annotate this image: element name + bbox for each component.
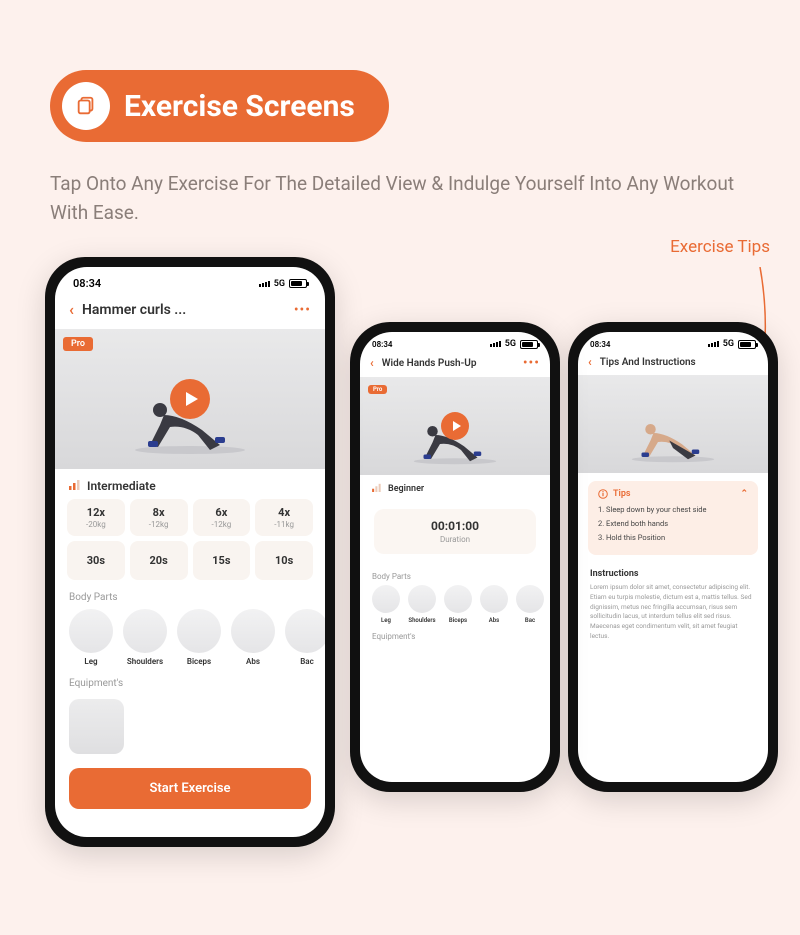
phone-tips: 08:34 5G ‹ Tips And Instructions Tips: [568, 322, 778, 792]
more-button[interactable]: •••: [294, 302, 311, 318]
rest-cell[interactable]: 15s: [193, 541, 251, 580]
start-exercise-button[interactable]: Start Exercise: [69, 768, 311, 809]
exercise-video-preview[interactable]: Pro: [360, 377, 550, 475]
bodyparts-row: Leg Shoulders Biceps Abs Bac: [360, 585, 550, 624]
level-row: Beginner: [360, 475, 550, 499]
callout-label: Exercise Tips: [670, 237, 770, 257]
info-icon: [598, 489, 608, 499]
phone-exercise-duration: 08:34 5G ‹ Wide Hands Push-Up ••• Pro: [350, 322, 560, 792]
level-label: Intermediate: [87, 479, 156, 493]
bodyparts-label: Body Parts: [55, 580, 325, 609]
pro-badge: Pro: [368, 385, 387, 394]
equipment-thumb[interactable]: [69, 699, 124, 754]
tips-heading: Tips: [613, 489, 631, 499]
instructions-heading: Instructions: [578, 563, 768, 583]
status-time: 08:34: [590, 340, 610, 349]
exercise-video-preview[interactable]: Pro: [55, 329, 325, 469]
rest-cell[interactable]: 10s: [255, 541, 313, 580]
more-button[interactable]: •••: [523, 355, 540, 371]
bodypart-item[interactable]: Shoulders: [121, 609, 169, 666]
set-cell[interactable]: 12x-20kg: [67, 499, 125, 536]
bodypart-thumb: [69, 609, 113, 653]
bodypart-thumb: [285, 609, 325, 653]
bodypart-item[interactable]: Abs: [229, 609, 277, 666]
screen-title: Wide Hands Push-Up: [382, 358, 515, 369]
tip-item: 1. Sleep down by your chest side: [598, 505, 748, 514]
status-time: 08:34: [372, 340, 392, 349]
signal-icon: [490, 341, 501, 347]
screen-title: Tips And Instructions: [600, 357, 758, 368]
bodypart-item[interactable]: Leg: [370, 585, 402, 624]
instructions-body: Lorem ipsum dolor sit amet, consectetur …: [578, 583, 768, 642]
level-icon: [372, 482, 382, 495]
nav-bar: ‹ Tips And Instructions: [578, 352, 768, 375]
tip-item: 2. Extend both hands: [598, 519, 748, 528]
bodyparts-row: Leg Shoulders Biceps Abs Bac: [55, 609, 325, 666]
phone-exercise-detail: 08:34 5G ‹ Hammer curls ... ••• Pro: [45, 257, 335, 847]
status-bar: 08:34 5G: [578, 332, 768, 352]
rest-cell[interactable]: 30s: [67, 541, 125, 580]
network-label: 5G: [274, 279, 285, 289]
bodyparts-label: Body Parts: [360, 564, 550, 585]
bodypart-thumb: [123, 609, 167, 653]
screens-icon: [62, 82, 110, 130]
level-row: Intermediate: [55, 469, 325, 499]
battery-icon: [520, 340, 538, 349]
level-label: Beginner: [388, 484, 424, 494]
signal-icon: [259, 281, 270, 287]
bodypart-thumb: [177, 609, 221, 653]
set-cell[interactable]: 6x-12kg: [193, 499, 251, 536]
bodypart-item[interactable]: Abs: [478, 585, 510, 624]
nav-bar: ‹ Wide Hands Push-Up •••: [360, 352, 550, 377]
bodypart-item[interactable]: Leg: [67, 609, 115, 666]
tip-item: 3. Hold this Position: [598, 533, 748, 542]
bodypart-item[interactable]: Biceps: [175, 609, 223, 666]
page-subtitle: Tap Onto Any Exercise For The Detailed V…: [50, 170, 750, 227]
play-icon[interactable]: [441, 412, 469, 440]
header-badge: Exercise Screens: [50, 70, 389, 142]
duration-value: 00:01:00: [384, 519, 526, 533]
status-time: 08:34: [73, 277, 101, 290]
level-icon: [69, 479, 81, 493]
screen-title: Hammer curls ...: [82, 302, 286, 318]
page-title: Exercise Screens: [124, 89, 355, 124]
network-label: 5G: [505, 339, 516, 349]
pro-badge: Pro: [63, 337, 93, 351]
bodypart-item[interactable]: Bac: [283, 609, 325, 666]
sets-grid: 12x-20kg 8x-12kg 6x-12kg 4x-11kg 30s 20s…: [55, 499, 325, 580]
back-button[interactable]: ‹: [588, 355, 592, 369]
set-cell[interactable]: 8x-12kg: [130, 499, 188, 536]
status-bar: 08:34 5G: [360, 332, 550, 352]
duration-label: Duration: [384, 535, 526, 544]
bodypart-item[interactable]: Shoulders: [406, 585, 438, 624]
battery-icon: [738, 340, 756, 349]
status-bar: 08:34 5G: [55, 267, 325, 294]
equipment-label: Equipment's: [360, 624, 550, 645]
bodypart-item[interactable]: Biceps: [442, 585, 474, 624]
back-button[interactable]: ‹: [370, 356, 374, 370]
play-icon[interactable]: [170, 379, 210, 419]
signal-icon: [708, 341, 719, 347]
phones-container: Exercise Tips 08:34 5G ‹ Hammer curls ..…: [0, 257, 800, 897]
equipment-label: Equipment's: [55, 666, 325, 695]
back-button[interactable]: ‹: [69, 300, 74, 319]
rest-cell[interactable]: 20s: [130, 541, 188, 580]
exercise-preview: [578, 375, 768, 473]
duration-box: 00:01:00 Duration: [374, 509, 536, 554]
bodypart-thumb: [231, 609, 275, 653]
bodypart-item[interactable]: Bac: [514, 585, 546, 624]
exercise-figure-icon: [628, 418, 718, 463]
set-cell[interactable]: 4x-11kg: [255, 499, 313, 536]
battery-icon: [289, 279, 307, 288]
chevron-up-icon[interactable]: ⌃: [740, 489, 748, 499]
tips-panel[interactable]: Tips ⌃ 1. Sleep down by your chest side …: [588, 481, 758, 555]
network-label: 5G: [723, 339, 734, 349]
tips-header[interactable]: Tips ⌃: [598, 489, 748, 499]
nav-bar: ‹ Hammer curls ... •••: [55, 294, 325, 329]
